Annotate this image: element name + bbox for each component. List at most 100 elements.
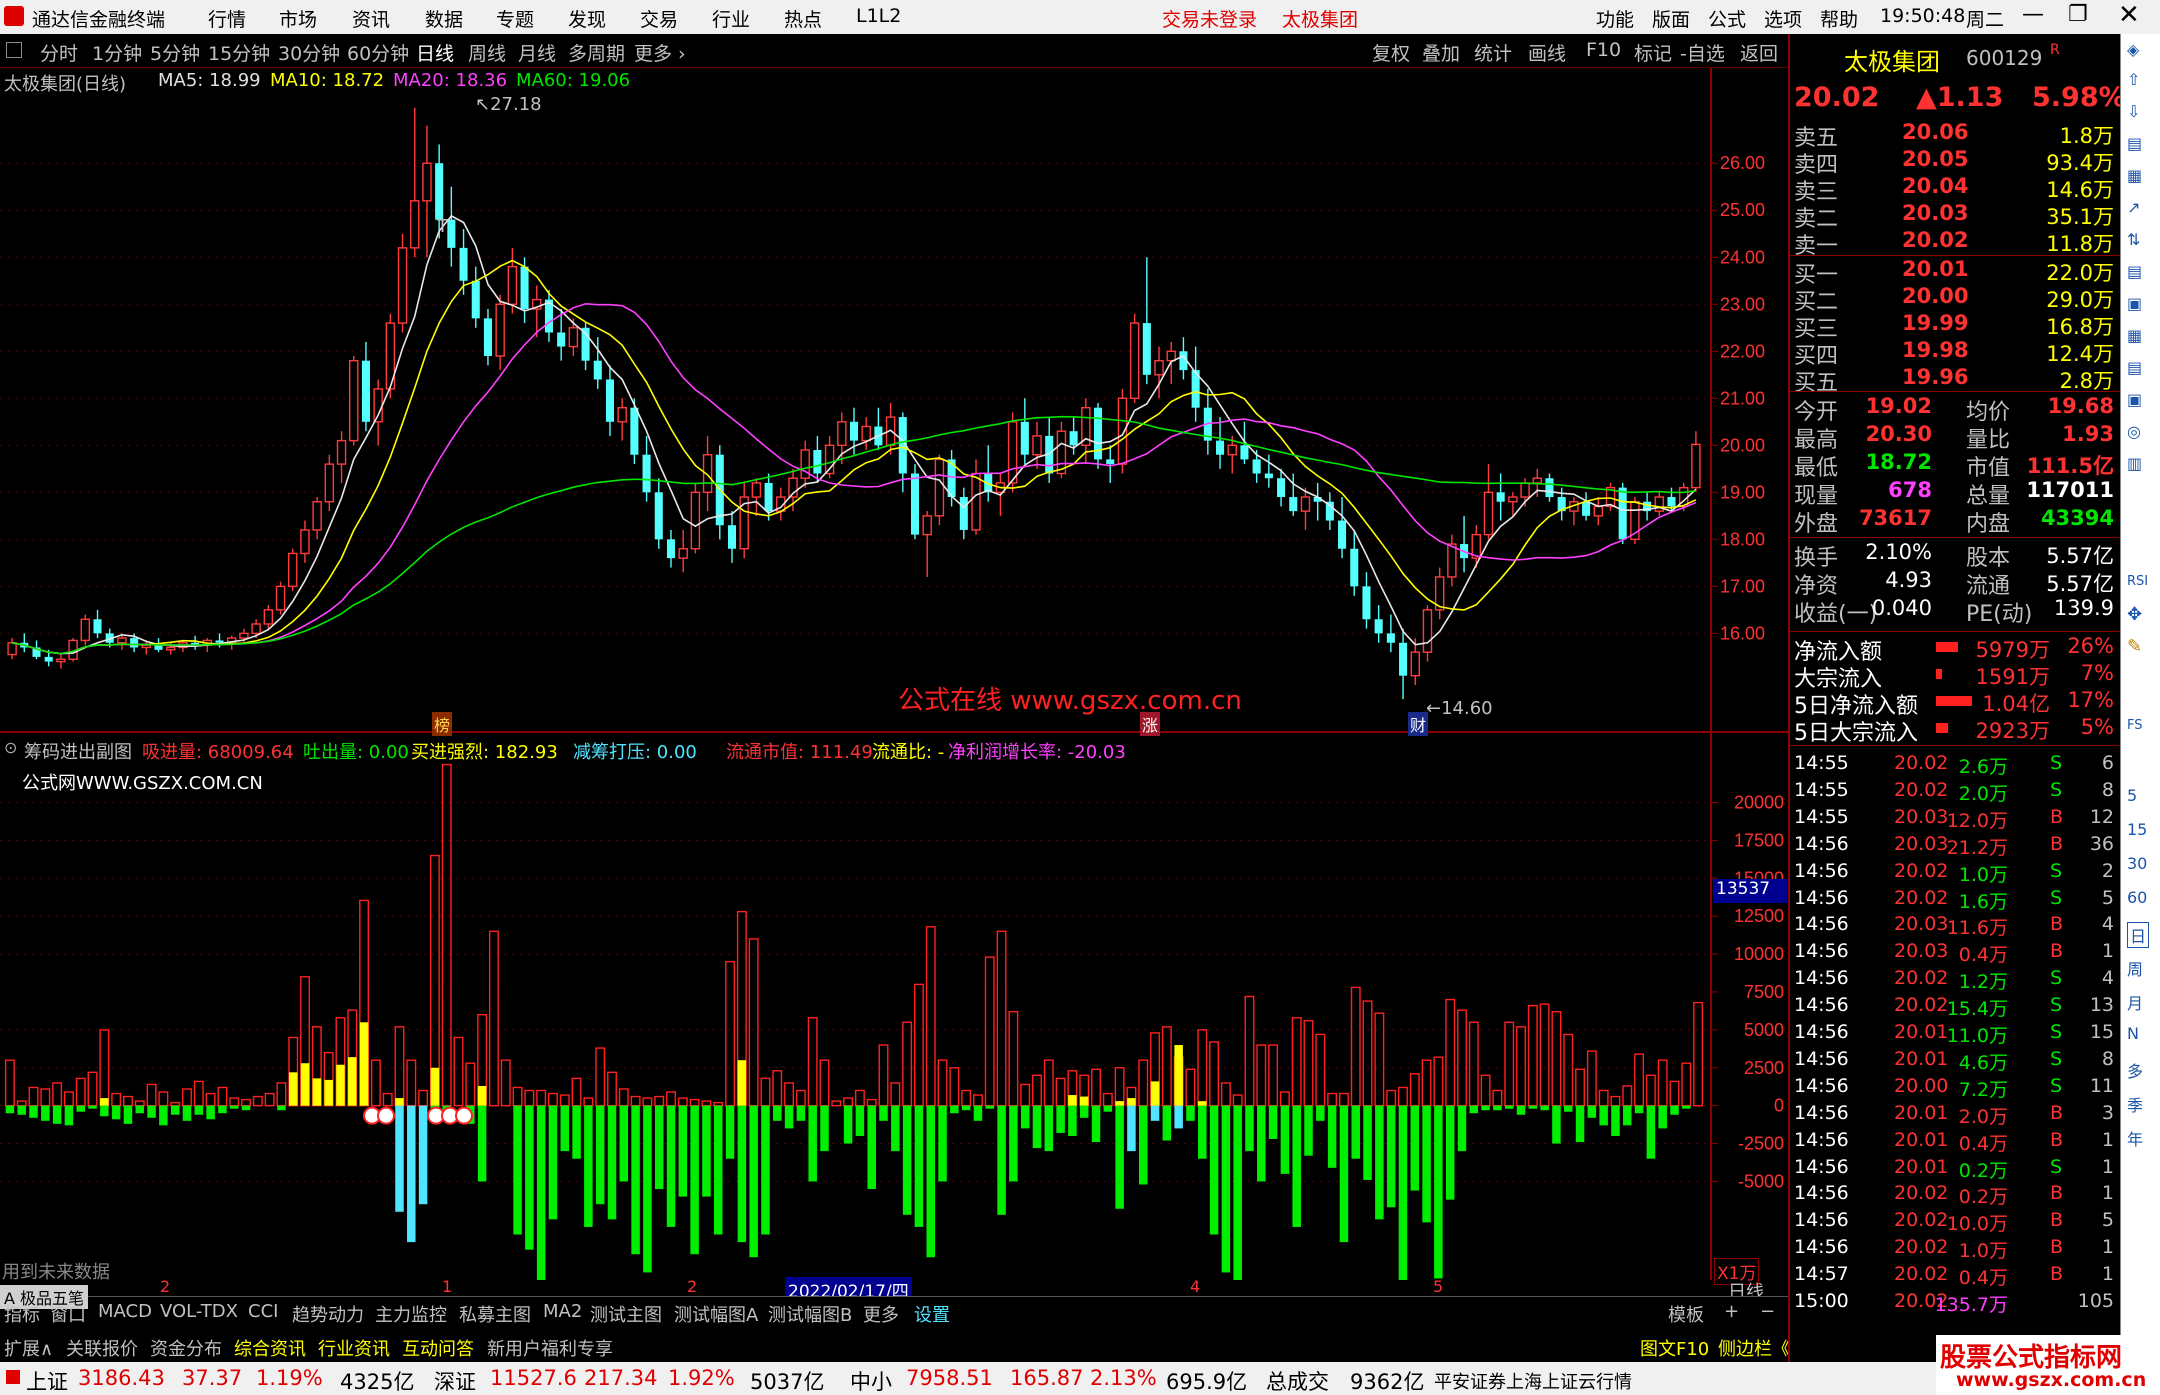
tick-row[interactable]: 14:56 20.02 15.4万 S 13	[1794, 994, 2116, 1021]
toolbar-icon-8[interactable]: ▤	[2127, 262, 2142, 281]
panel-toggle-icon[interactable]	[6, 42, 22, 58]
tick-row[interactable]: 14:56 20.02 1.6万 S 5	[1794, 887, 2116, 914]
tool-n[interactable]: N	[2127, 1024, 2139, 1043]
toolbar-draw[interactable]: 画线	[1528, 39, 1566, 66]
menu-trade[interactable]: 交易	[640, 5, 678, 32]
trade-status[interactable]: 交易未登录	[1162, 5, 1257, 32]
toolbar-icon-2[interactable]: ⇧	[2127, 70, 2140, 89]
ask-row[interactable]: 卖四 20.05 93.4万	[1794, 147, 2116, 178]
tool-multi[interactable]: 多	[2127, 1058, 2143, 1082]
menu-formula[interactable]: 公式	[1708, 5, 1746, 32]
zx-name[interactable]: 中小	[850, 1366, 892, 1395]
tab-more[interactable]: 更多	[863, 1301, 899, 1327]
period-tab-multi[interactable]: 多周期	[568, 39, 625, 66]
tab-cci[interactable]: CCI	[248, 1301, 278, 1322]
ask-row[interactable]: 卖二 20.03 35.1万	[1794, 201, 2116, 232]
tick-row[interactable]: 14:56 20.03 11.6万 B 4	[1794, 913, 2116, 940]
toolbar-watchlist[interactable]: -自选	[1680, 39, 1725, 66]
marker-bang[interactable]: 榜	[432, 712, 453, 736]
remove-icon[interactable]: −	[1760, 1301, 1775, 1322]
toolbar-f10[interactable]: F10	[1586, 39, 1621, 61]
menu-news[interactable]: 资讯	[352, 5, 390, 32]
toolbar-icon-14[interactable]: ▥	[2127, 454, 2142, 473]
period-tab-more[interactable]: 更多 ›	[634, 39, 686, 66]
menu-hotspot[interactable]: 热点	[784, 5, 822, 32]
menu-industry[interactable]: 行业	[712, 5, 750, 32]
tab-indicator[interactable]: 指标	[4, 1301, 40, 1327]
tab-ma2[interactable]: MA2	[543, 1301, 582, 1322]
tool-year[interactable]: 年	[2127, 1126, 2143, 1150]
tool-season[interactable]: 季	[2127, 1092, 2143, 1116]
bid-row[interactable]: 买五 19.96 2.8万	[1794, 365, 2116, 396]
tool-month[interactable]: 月	[2127, 990, 2143, 1014]
info-tab-qa[interactable]: 互动问答	[402, 1335, 474, 1361]
tool-day[interactable]: 日	[2127, 922, 2150, 948]
toolbar-icon-1[interactable]: ◈	[2127, 40, 2139, 59]
ask-row[interactable]: 卖一 20.02 11.8万	[1794, 228, 2116, 259]
tick-row[interactable]: 14:56 20.00 7.2万 S 11	[1794, 1075, 2116, 1102]
info-tab-news[interactable]: 综合资讯	[234, 1335, 306, 1361]
menu-function[interactable]: 功能	[1596, 5, 1634, 32]
toolbar-icon-12[interactable]: ▣	[2127, 390, 2142, 409]
toolbar-back[interactable]: 返回	[1740, 39, 1778, 66]
period-tab-month[interactable]: 月线	[518, 39, 556, 66]
close-icon[interactable]: ✕	[2118, 0, 2140, 30]
toolbar-icon-9[interactable]: ▣	[2127, 294, 2142, 313]
tick-row[interactable]: 14:56 20.02 1.0万 S 2	[1794, 860, 2116, 887]
kline-chart[interactable]: 太极集团(日线) MA5: 18.99 MA10: 18.72 MA20: 18…	[0, 68, 1788, 736]
add-icon[interactable]: +	[1724, 1301, 1739, 1322]
tab-qsdl[interactable]: 趋势动力	[292, 1301, 364, 1327]
toolbar-overlay[interactable]: 叠加	[1422, 39, 1460, 66]
marker-cai[interactable]: 财	[1408, 712, 1429, 736]
tick-row[interactable]: 14:56 20.03 0.4万 B 1	[1794, 940, 2116, 967]
toolbar-icon-10[interactable]: ▦	[2127, 326, 2142, 345]
pen-icon[interactable]: ✎	[2127, 636, 2142, 657]
chip-subchart[interactable]: ⊙ 筹码进出副图 吸进量: 68009.64 吐出量: 0.00 买进强烈: 1…	[0, 735, 1788, 1283]
period-tab-1min[interactable]: 1分钟	[92, 39, 142, 66]
stock-link[interactable]: 太极集团	[1282, 5, 1358, 32]
bid-row[interactable]: 买一 20.01 22.0万	[1794, 257, 2116, 288]
tool-60[interactable]: 60	[2127, 888, 2147, 907]
period-tab-week[interactable]: 周线	[468, 39, 506, 66]
tick-row[interactable]: 14:56 20.01 11.0万 S 15	[1794, 1021, 2116, 1048]
chip-bars-svg[interactable]	[0, 735, 1710, 1280]
tick-row[interactable]: 14:56 20.01 4.6万 S 8	[1794, 1048, 2116, 1075]
tick-row[interactable]: 14:56 20.02 10.0万 B 5	[1794, 1209, 2116, 1236]
tick-row[interactable]: 14:56 20.02 1.0万 B 1	[1794, 1236, 2116, 1263]
tab-csftA[interactable]: 测试幅图A	[674, 1301, 758, 1327]
toolbar-stats[interactable]: 统计	[1474, 39, 1512, 66]
toolbar-fuquan[interactable]: 复权	[1372, 39, 1410, 66]
toolbar-icon-7[interactable]: ⇅	[2127, 230, 2140, 249]
toolbar-icon-4[interactable]: ▤	[2127, 134, 2142, 153]
tab-window[interactable]: 窗口	[50, 1301, 86, 1327]
tick-row[interactable]: 14:56 20.02 0.2万 B 1	[1794, 1182, 2116, 1209]
toolbar-icon-11[interactable]: ▤	[2127, 358, 2142, 377]
tool-fs[interactable]: FS	[2127, 718, 2143, 733]
tick-row[interactable]: 14:56 20.01 0.2万 S 1	[1794, 1156, 2116, 1183]
menu-quote[interactable]: 行情	[208, 5, 246, 32]
toolbar-icon-3[interactable]: ⇩	[2127, 102, 2140, 121]
period-tab-15min[interactable]: 15分钟	[208, 39, 270, 66]
info-tab-fund[interactable]: 资金分布	[150, 1335, 222, 1361]
tab-zljk[interactable]: 主力监控	[375, 1301, 447, 1327]
kline-svg[interactable]	[0, 68, 1710, 733]
period-tab-30min[interactable]: 30分钟	[278, 39, 340, 66]
tab-smzt[interactable]: 私募主图	[459, 1301, 531, 1327]
ask-row[interactable]: 卖五 20.06 1.8万	[1794, 120, 2116, 151]
menu-market[interactable]: 市场	[279, 5, 317, 32]
tick-row[interactable]: 14:57 20.02 0.4万 B 1	[1794, 1263, 2116, 1290]
tool-rsi[interactable]: RSI	[2127, 574, 2148, 589]
period-tab-day[interactable]: 日线	[416, 39, 454, 66]
tick-row[interactable]: 14:55 20.03 12.0万 B 12	[1794, 806, 2116, 833]
tab-macd[interactable]: MACD	[98, 1301, 152, 1322]
restore-icon[interactable]: ❐	[2068, 2, 2088, 27]
tick-row[interactable]: 14:56 20.01 2.0万 B 3	[1794, 1102, 2116, 1129]
tab-template[interactable]: 模板	[1668, 1301, 1704, 1327]
tab-cszt[interactable]: 测试主图	[590, 1301, 662, 1327]
tick-row[interactable]: 14:56 20.01 0.4万 B 1	[1794, 1129, 2116, 1156]
bid-row[interactable]: 买二 20.00 29.0万	[1794, 284, 2116, 315]
period-tab-fenshi[interactable]: 分时	[40, 39, 78, 66]
tab-vol-tdx[interactable]: VOL-TDX	[160, 1301, 238, 1322]
bid-row[interactable]: 买三 19.99 16.8万	[1794, 311, 2116, 342]
sz-name[interactable]: 深证	[434, 1366, 476, 1395]
